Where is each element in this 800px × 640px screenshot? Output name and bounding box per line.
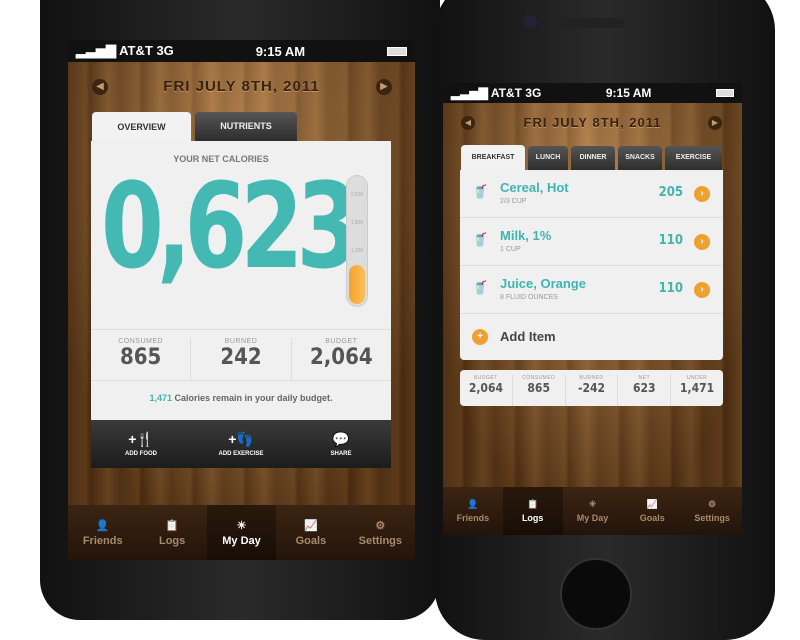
battery-icon [715, 89, 734, 97]
tab-settings[interactable]: ⚙ Settings [346, 505, 415, 560]
chevron-right-icon[interactable]: › [694, 282, 710, 298]
cup-icon: 🥤 [472, 280, 489, 295]
footprints-icon: +👣 [228, 431, 254, 447]
next-day-button[interactable]: ▶ [708, 116, 722, 130]
tab-overview[interactable]: OVERVIEW [92, 112, 191, 142]
chart-icon: 📈 [304, 519, 318, 532]
add-food-button[interactable]: +🍴 ADD FOOD [91, 420, 191, 468]
chevron-right-icon[interactable]: › [694, 234, 710, 250]
food-item[interactable]: 🥤 Cereal, Hot 2/3 CUP 205 › [460, 170, 723, 218]
tab-friends[interactable]: 👤 Friends [68, 505, 137, 560]
tab-bar: 👤 Friends 📋 Logs ☀ My Day 📈 Goals ⚙ Settings [68, 505, 415, 560]
tab-exercise[interactable]: EXERCISE [665, 146, 722, 170]
plus-icon: + [472, 329, 488, 345]
date-title: FRI JULY 8TH, 2011 [163, 78, 320, 95]
food-list: 🥤 Cereal, Hot 2/3 CUP 205 › 🥤 Milk, 1% 1… [460, 170, 723, 360]
stat-burned: BURNED 242 [191, 338, 292, 380]
food-item[interactable]: 🥤 Juice, Orange 8 FLUID OUNCES 110 › [460, 266, 723, 314]
next-day-button[interactable]: ▶ [376, 79, 392, 95]
summary-consumed: CONSUMED 865 [513, 375, 566, 406]
tab-logs[interactable]: 📋 Logs [137, 505, 206, 560]
fork-knife-icon: +🍴 [128, 431, 154, 447]
date-title: FRI JULY 8TH, 2011 [523, 115, 662, 130]
tab-friends[interactable]: 👤 Friends [443, 487, 503, 535]
calorie-gauge: 2,500 1,800 1,200 [346, 175, 368, 307]
sun-icon: ☀ [236, 519, 247, 532]
chevron-right-icon[interactable]: › [694, 186, 710, 202]
overview-card: YOUR NET CALORIES 0,623 2,500 1,800 1,20… [91, 141, 391, 420]
tab-my-day[interactable]: ☀ My Day [563, 487, 623, 535]
stats-row: CONSUMED 865 BURNED 242 BUDGET 2,064 [91, 329, 391, 381]
tab-goals[interactable]: 📈 Goals [276, 505, 345, 560]
left-screen: ▂▃▅▇ AT&T 3G 9:15 AM ◀ FRI JULY 8TH, 201… [68, 40, 415, 560]
summary-budget: BUDGET 2,064 [460, 375, 513, 406]
tab-dinner[interactable]: DINNER [571, 146, 615, 170]
share-button[interactable]: 💬 SHARE [291, 420, 391, 468]
cup-icon: 🥤 [472, 184, 489, 199]
tab-settings[interactable]: ⚙ Settings [682, 487, 742, 535]
add-exercise-button[interactable]: +👣 ADD EXERCISE [191, 420, 291, 468]
speaker [560, 18, 625, 28]
gear-icon: ⚙ [375, 519, 386, 532]
summary-under: UNDER 1,471 [680, 375, 715, 395]
tab-bar: 👤 Friends 📋 Logs ☀ My Day 📈 Goals ⚙ Settings [443, 487, 742, 535]
tab-lunch[interactable]: LUNCH [528, 146, 568, 170]
right-screen: ▂▃▅▇ AT&T 3G 9:15 AM ◀ FRI JULY 8TH, 201… [443, 83, 742, 535]
summary-net: NET 623 [618, 375, 672, 406]
cup-icon: 🥤 [472, 232, 489, 247]
summary-burned: BURNED -242 [566, 375, 619, 406]
chart-icon: 📈 [646, 499, 658, 509]
time: 9:15 AM [605, 86, 652, 100]
tab-logs[interactable]: 📋 Logs [502, 487, 563, 535]
net-calories-value: 0,623 [101, 157, 359, 295]
remaining-text: 1,471 Calories remain in your daily budg… [149, 393, 333, 403]
status-bar: ▂▃▅▇ AT&T 3G 9:15 AM [68, 40, 415, 62]
tab-my-day[interactable]: ☀ My Day [206, 505, 277, 560]
clipboard-icon: 📋 [527, 499, 539, 509]
clipboard-icon: 📋 [165, 519, 179, 532]
battery-icon [386, 46, 407, 56]
tab-snacks[interactable]: SNACKS [618, 146, 662, 170]
summary-bar: BUDGET 2,064 CONSUMED 865 BURNED -242 NET 62… [460, 370, 723, 406]
carrier: ▂▃▅▇ AT&T 3G [76, 43, 174, 58]
food-item[interactable]: 🥤 Milk, 1% 1 CUP 110 › [460, 218, 723, 266]
stat-budget: BUDGET 2,064 [310, 338, 373, 370]
time: 9:15 AM [255, 43, 306, 59]
home-button[interactable] [560, 558, 632, 630]
add-item-button[interactable]: + Add Item [460, 314, 723, 360]
camera [523, 15, 537, 29]
tab-nutrients[interactable]: NUTRIENTS [195, 112, 297, 141]
sun-icon: ☀ [588, 499, 597, 509]
status-bar: ▂▃▅▇ AT&T 3G 9:15 AM [443, 83, 742, 103]
gauge-fill [349, 265, 365, 304]
action-toolbar: +🍴 ADD FOOD +👣 ADD EXERCISE 💬 SHARE [91, 420, 391, 468]
carrier: ▂▃▅▇ AT&T 3G [451, 86, 542, 100]
stat-consumed: CONSUMED 865 [91, 338, 192, 380]
gear-icon: ⚙ [708, 499, 717, 509]
person-icon: 👤 [95, 519, 110, 532]
tab-goals[interactable]: 📈 Goals [622, 487, 682, 535]
tab-breakfast[interactable]: BREAKFAST [461, 145, 525, 171]
person-icon: 👤 [467, 499, 479, 509]
speech-bubble-icon: 💬 [332, 431, 350, 447]
